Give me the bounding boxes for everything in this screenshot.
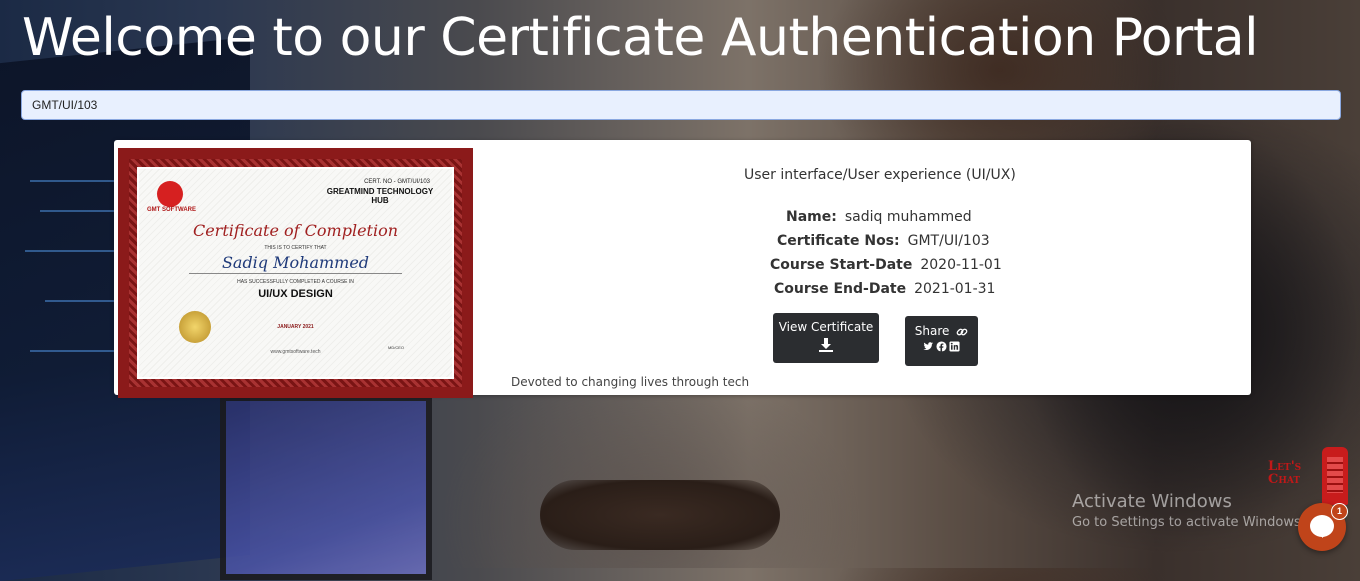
chat-notification-badge: 1: [1331, 503, 1348, 520]
lets-chat-line2: Chat: [1268, 472, 1301, 487]
windows-activation-title: Activate Windows: [1072, 491, 1232, 512]
download-icon: [819, 338, 833, 352]
certificate-heading: Certificate of Completion: [192, 221, 399, 240]
certificate-name-underline: [189, 273, 402, 274]
certificate-recipient-name: Sadiq Mohammed: [221, 253, 370, 272]
tagline: Devoted to changing lives through tech: [511, 375, 750, 389]
certificate-document: GMT SOFTWARE CERT. NO - GMT/UI/103 GREAT…: [137, 167, 454, 379]
page-title: Welcome to our Certificate Authenticatio…: [22, 8, 1259, 68]
company-logo-text: GMT SOFTWARE: [147, 207, 196, 213]
course-title: User interface/User experience (UI/UX): [744, 167, 1016, 183]
lets-chat-label[interactable]: Let's Chat: [1268, 460, 1301, 486]
certificate-signatory: MD/CEO: [388, 345, 404, 350]
chat-bubble-icon: [1310, 515, 1334, 538]
windows-activation-subtitle: Go to Settings to activate Windows.: [1072, 515, 1305, 530]
certificate-certify-text: THIS IS TO CERTIFY THAT: [264, 245, 327, 251]
social-share-icons: [905, 341, 978, 352]
certificate-date: JANUARY 2021: [277, 324, 314, 330]
detail-row-certificate-number: Certificate Nos: GMT/UI/103: [777, 233, 990, 249]
detail-value: GMT/UI/103: [907, 233, 990, 249]
detail-row-start-date: Course Start-Date 2020-11-01: [770, 257, 1002, 273]
certificate-completed-text: HAS SUCCESSFULLY COMPLETED A COURSE IN: [237, 279, 354, 285]
certificate-ornamental-border: GMT SOFTWARE CERT. NO - GMT/UI/103 GREAT…: [129, 159, 462, 387]
linkedin-icon[interactable]: [949, 341, 960, 352]
detail-label: Course Start-Date: [770, 257, 913, 273]
detail-row-name: Name: sadiq muhammed: [786, 209, 972, 225]
twitter-icon[interactable]: [923, 341, 934, 352]
share-label: Share: [914, 324, 950, 338]
detail-row-end-date: Course End-Date 2021-01-31: [774, 281, 995, 297]
certificate-card: GMT SOFTWARE CERT. NO - GMT/UI/103 GREAT…: [114, 140, 1251, 398]
background-hand: [540, 480, 780, 550]
detail-label: Name:: [786, 209, 837, 225]
link-icon: [956, 328, 968, 335]
detail-value: sadiq muhammed: [844, 209, 972, 225]
detail-label: Certificate Nos:: [777, 233, 900, 249]
detail-label: Course End-Date: [774, 281, 907, 297]
certificate-organization: GREATMIND TECHNOLOGY HUB: [326, 187, 434, 205]
share-button[interactable]: Share: [905, 316, 978, 366]
certificate-search-input[interactable]: [21, 90, 1341, 120]
certificate-image[interactable]: GMT SOFTWARE CERT. NO - GMT/UI/103 GREAT…: [118, 148, 473, 398]
certificate-course-name: UI/UX DESIGN: [258, 288, 333, 300]
view-certificate-button[interactable]: View Certificate: [773, 313, 879, 363]
phone-booth-icon: [1322, 447, 1348, 505]
detail-value: 2020-11-01: [920, 257, 1002, 273]
view-certificate-label: View Certificate: [778, 320, 874, 334]
certificate-website: www.gmtsoftware.tech: [270, 349, 321, 355]
certificate-number-label: CERT. NO - GMT/UI/103: [364, 179, 430, 185]
company-logo-icon: [157, 181, 183, 207]
facebook-icon[interactable]: [936, 341, 947, 352]
background-code-line: [30, 180, 120, 182]
background-laptop-center: [220, 395, 432, 580]
detail-value: 2021-01-31: [914, 281, 996, 297]
